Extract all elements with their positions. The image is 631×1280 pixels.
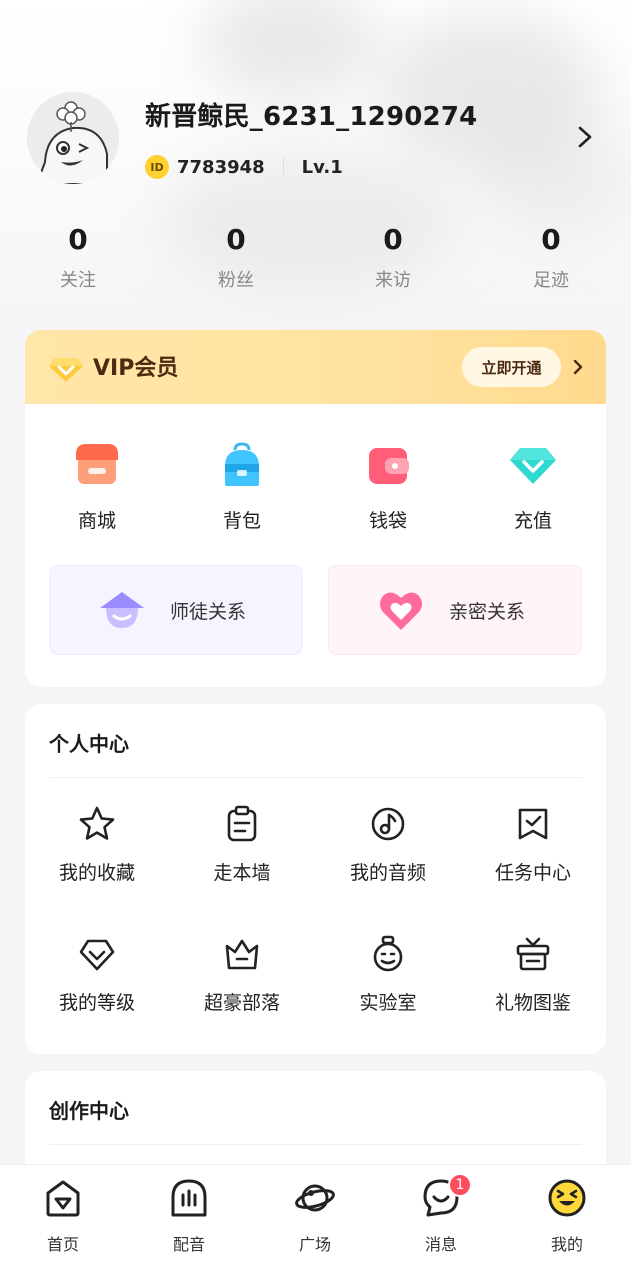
nav-label: 首页 <box>46 1235 79 1254</box>
vip-diamond-icon <box>49 358 83 382</box>
section-title: 个人中心 <box>49 732 129 756</box>
backpack-icon <box>225 442 259 486</box>
quick-label: 钱袋 <box>368 510 407 532</box>
gift-icon <box>516 937 550 971</box>
master-apprentice-button[interactable]: 师徒关系 <box>49 565 303 655</box>
quick-wallet[interactable]: 钱袋 <box>338 440 438 533</box>
stat-label: 关注 <box>60 270 96 291</box>
id-row: ID 7783948 Lv.1 <box>145 153 343 181</box>
quick-recharge[interactable]: 充值 <box>483 440 583 533</box>
stat-label: 粉丝 <box>218 270 254 291</box>
vip-banner[interactable]: VIP会员 立即开通 <box>25 330 606 404</box>
quick-shop[interactable]: 商城 <box>47 440 147 533</box>
me-face-icon <box>548 1179 586 1217</box>
heart-icon <box>380 592 422 630</box>
divider <box>49 777 582 778</box>
item-label: 我的音频 <box>349 862 426 884</box>
item-label: 实验室 <box>359 992 417 1014</box>
vip-card: VIP会员 立即开通 商城 背包 钱袋 充值 师徒关系 亲密关系 <box>25 330 606 687</box>
stat-value: 0 <box>226 223 246 256</box>
music-note-icon <box>371 807 405 841</box>
stat-value: 0 <box>68 223 88 256</box>
wallet-icon <box>369 448 409 484</box>
nav-plaza[interactable]: 广场 <box>270 1177 360 1255</box>
master-hat-icon <box>100 592 144 628</box>
nav-dubbing[interactable]: 配音 <box>144 1177 234 1255</box>
background-blur <box>200 0 380 100</box>
unread-badge: 1 <box>448 1173 472 1197</box>
planet-icon <box>295 1184 335 1212</box>
crown-icon <box>225 939 259 970</box>
relation-label: 亲密关系 <box>449 600 526 623</box>
chevron-right-icon[interactable] <box>574 124 596 150</box>
quick-backpack[interactable]: 背包 <box>192 440 292 533</box>
item-label: 礼物图鉴 <box>494 992 571 1014</box>
quick-label: 商城 <box>77 510 116 532</box>
my-audio[interactable]: 我的音频 <box>323 804 453 885</box>
diamond-icon <box>510 448 556 484</box>
personal-center-section: 个人中心 我的收藏 走本墙 我的音频 任务中心 我的等级 超豪部落 实验室 礼物… <box>25 704 606 1054</box>
stat-value: 0 <box>541 223 561 256</box>
flask-icon <box>373 935 403 972</box>
gift-catalog[interactable]: 礼物图鉴 <box>468 934 598 1015</box>
user-id: 7783948 <box>177 156 265 178</box>
stat-label: 来访 <box>375 270 411 291</box>
nav-label: 广场 <box>298 1235 331 1254</box>
quick-label: 背包 <box>222 510 261 532</box>
section-title: 创作中心 <box>49 1099 129 1123</box>
stat-fans[interactable]: 0 粉丝 <box>186 222 286 292</box>
chevron-right-icon[interactable] <box>571 358 585 376</box>
quick-label: 充值 <box>513 510 552 532</box>
task-flag-icon <box>518 808 548 840</box>
divider <box>49 1144 582 1145</box>
shop-icon <box>76 444 118 484</box>
nav-me[interactable]: 我的 <box>522 1177 612 1255</box>
vip-title: VIP会员 <box>93 356 179 381</box>
item-label: 任务中心 <box>494 862 571 884</box>
vip-open-button[interactable]: 立即开通 <box>462 347 561 387</box>
quick-actions: 商城 背包 钱袋 充值 <box>25 440 606 540</box>
intimate-relation-button[interactable]: 亲密关系 <box>328 565 582 655</box>
nav-label: 我的 <box>550 1235 583 1254</box>
dubbing-icon <box>171 1179 207 1217</box>
rich-tribe[interactable]: 超豪部落 <box>177 934 307 1015</box>
home-icon <box>46 1180 80 1217</box>
nav-messages[interactable]: 1 消息 <box>396 1173 486 1255</box>
id-badge-icon: ID <box>145 155 169 179</box>
level-gem-icon <box>79 939 115 971</box>
laboratory[interactable]: 实验室 <box>323 934 453 1015</box>
item-label: 我的收藏 <box>58 862 135 884</box>
nav-home[interactable]: 首页 <box>18 1177 108 1255</box>
stat-visitors[interactable]: 0 来访 <box>343 222 443 292</box>
nav-label: 消息 <box>424 1235 457 1254</box>
script-wall[interactable]: 走本墙 <box>177 804 307 885</box>
username: 新晋鲸民_6231_1290274 <box>145 102 478 132</box>
stat-label: 足迹 <box>533 270 569 291</box>
bottom-nav: 首页 配音 广场 1 消息 我的 <box>0 1164 631 1280</box>
my-favorites[interactable]: 我的收藏 <box>32 804 162 885</box>
star-icon <box>79 806 115 840</box>
task-center[interactable]: 任务中心 <box>468 804 598 885</box>
clipboard-icon <box>227 805 257 842</box>
item-label: 我的等级 <box>58 992 135 1014</box>
stat-following[interactable]: 0 关注 <box>28 222 128 292</box>
item-label: 走本墙 <box>213 862 271 884</box>
stat-footprints[interactable]: 0 足迹 <box>501 222 601 292</box>
avatar[interactable] <box>27 92 119 184</box>
my-level[interactable]: 我的等级 <box>32 934 162 1015</box>
nav-label: 配音 <box>172 1235 205 1254</box>
user-level: Lv.1 <box>301 156 343 178</box>
relation-label: 师徒关系 <box>170 600 247 623</box>
divider <box>282 158 284 176</box>
item-label: 超豪部落 <box>203 992 280 1014</box>
stat-value: 0 <box>383 223 403 256</box>
stats-row: 0 关注 0 粉丝 0 来访 0 足迹 <box>0 222 631 302</box>
